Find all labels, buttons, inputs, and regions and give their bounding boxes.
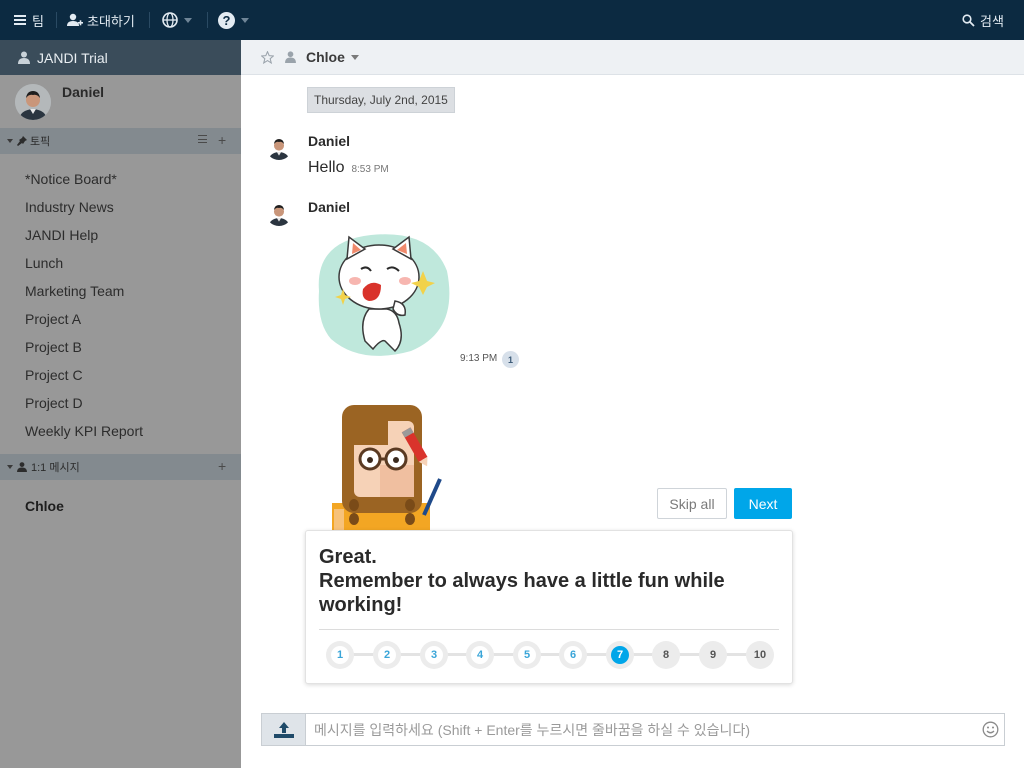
sidebar-item-notice-board[interactable]: *Notice Board* [25, 171, 117, 187]
tour-heading: Great. [319, 546, 377, 568]
dm-section-header[interactable]: 1:1 메시지 + [0, 454, 241, 480]
team-icon [18, 51, 30, 64]
step-dot[interactable]: 1 [326, 641, 354, 669]
avatar[interactable] [266, 200, 292, 226]
top-bar: 팀 초대하기 ? 검색 [0, 0, 1024, 40]
divider [319, 629, 779, 630]
help-icon: ? [218, 11, 235, 29]
divider [149, 12, 150, 28]
search-button[interactable]: 검색 [962, 0, 1004, 40]
sidebar-item-marketing-team[interactable]: Marketing Team [25, 283, 124, 299]
search-icon [962, 13, 975, 27]
chat-header: Chloe [241, 40, 1024, 75]
user-name: Daniel [62, 84, 105, 100]
sidebar-item-project-b[interactable]: Project B [25, 339, 82, 355]
dm-header-label: 1:1 메시지 [31, 462, 80, 474]
step-dot[interactable]: 2 [373, 641, 401, 669]
invite-button[interactable]: 초대하기 [67, 0, 135, 40]
user-icon [285, 51, 296, 63]
sidebar-item-project-c[interactable]: Project C [25, 367, 83, 383]
pin-icon [17, 136, 27, 146]
chevron-down-icon [241, 17, 249, 23]
add-user-icon [67, 13, 83, 26]
cat-sticker[interactable] [311, 231, 451, 359]
avatar[interactable] [266, 134, 292, 160]
list-icon[interactable] [198, 135, 207, 143]
sidebar: JANDI Trial Daniel 토픽 + *Notice Board* I… [0, 40, 241, 768]
globe-icon [162, 12, 178, 28]
user-profile[interactable]: Daniel [0, 75, 241, 128]
add-dm-icon[interactable]: + [218, 458, 226, 474]
chevron-down-icon [184, 17, 192, 23]
hamburger-icon [14, 15, 26, 25]
chat-title[interactable]: Chloe [306, 49, 345, 65]
message-input[interactable] [308, 714, 976, 745]
next-button[interactable]: Next [734, 488, 792, 519]
step-dot[interactable]: 3 [420, 641, 448, 669]
sidebar-item-weekly-kpi-report[interactable]: Weekly KPI Report [25, 423, 143, 439]
divider [56, 12, 57, 28]
message-composer [261, 713, 1005, 746]
step-dot[interactable]: 5 [513, 641, 541, 669]
tour-message: Remember to always have a little fun whi… [319, 570, 725, 616]
team-name: JANDI Trial [37, 49, 108, 66]
sidebar-item-project-d[interactable]: Project D [25, 395, 83, 411]
step-dot[interactable]: 4 [466, 641, 494, 669]
message-time: 8:53 PM [351, 164, 389, 175]
step-dot[interactable]: 6 [559, 641, 587, 669]
date-divider: Thursday, July 2nd, 2015 [307, 87, 455, 113]
team-label: 팀 [32, 13, 44, 29]
message-text: Hello [308, 159, 345, 176]
message-author[interactable]: Daniel [308, 133, 350, 149]
team-menu[interactable]: 팀 [14, 0, 44, 40]
topics-header-label: 토픽 [30, 136, 51, 148]
step-dot[interactable]: 10 [746, 641, 774, 669]
sidebar-item-lunch[interactable]: Lunch [25, 255, 63, 271]
star-icon[interactable] [261, 50, 274, 64]
message-author[interactable]: Daniel [308, 199, 350, 215]
language-menu[interactable] [162, 0, 192, 40]
topics-section-header[interactable]: 토픽 + [0, 128, 241, 154]
sidebar-item-project-a[interactable]: Project A [25, 311, 81, 327]
search-label: 검색 [980, 13, 1004, 29]
help-menu[interactable]: ? [218, 0, 249, 40]
tour-mascot [328, 405, 446, 531]
sidebar-item-industry-news[interactable]: Industry News [25, 199, 114, 215]
add-topic-icon[interactable]: + [218, 132, 226, 148]
team-header[interactable]: JANDI Trial [0, 40, 241, 75]
user-icon [17, 462, 27, 472]
step-dot-current[interactable]: 7 [606, 641, 634, 669]
upload-button[interactable] [262, 714, 306, 745]
step-dot[interactable]: 8 [652, 641, 680, 669]
invite-label: 초대하기 [87, 13, 135, 29]
step-dot[interactable]: 9 [699, 641, 727, 669]
upload-icon [273, 721, 294, 738]
unread-count-badge: 1 [502, 351, 519, 368]
message-time: 9:13 PM [460, 353, 498, 364]
sidebar-item-jandi-help[interactable]: JANDI Help [25, 227, 98, 243]
sidebar-item-chloe[interactable]: Chloe [25, 498, 64, 514]
skip-all-button[interactable]: Skip all [657, 488, 727, 519]
message: Hello 8:53 PM [308, 159, 389, 177]
tour-card: Great. Remember to always have a little … [305, 530, 793, 684]
chevron-down-icon[interactable] [350, 54, 359, 60]
emoticon-icon[interactable] [982, 721, 999, 738]
chevron-down-icon [7, 465, 13, 469]
chevron-down-icon [7, 139, 13, 143]
avatar [15, 84, 51, 120]
divider [207, 12, 208, 28]
